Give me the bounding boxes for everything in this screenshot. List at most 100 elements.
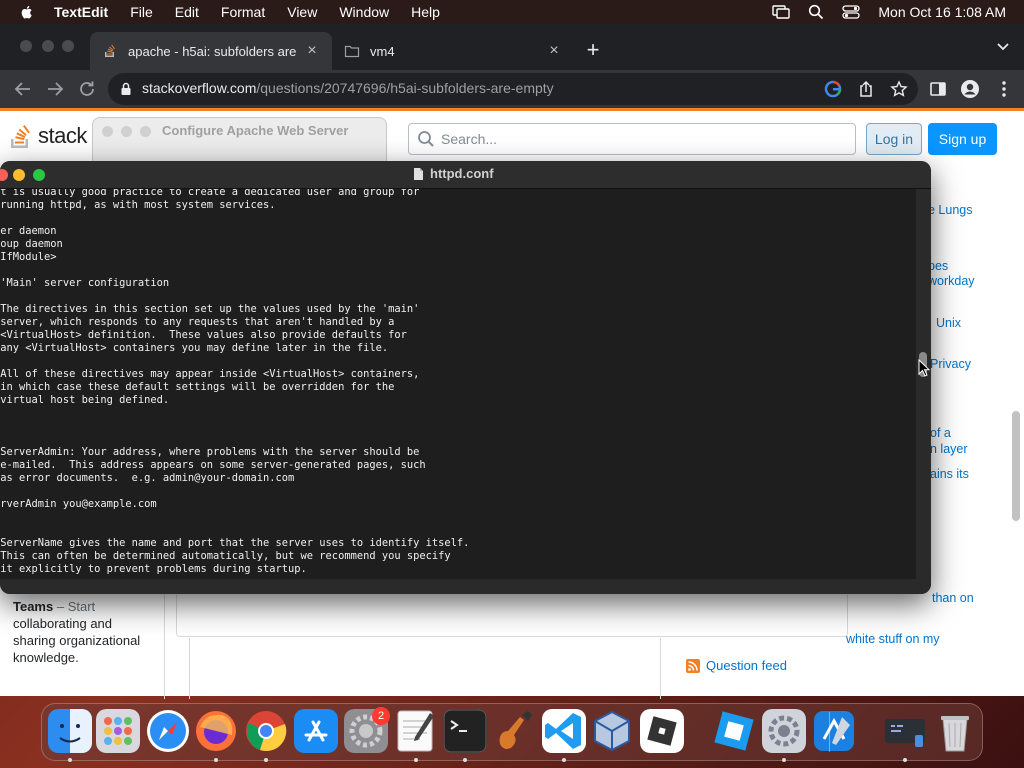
back-arrow-icon[interactable]	[12, 78, 34, 100]
running-indicator	[214, 758, 218, 762]
window-minimize-button[interactable]	[42, 40, 54, 52]
menu-edit[interactable]: Edit	[175, 4, 199, 20]
related-link[interactable]: pes	[928, 259, 948, 273]
cfg-close-button[interactable]	[102, 126, 113, 137]
signup-button[interactable]: Sign up	[928, 123, 997, 155]
related-link[interactable]: Unix	[936, 316, 961, 330]
question-feed-link[interactable]: Question feed	[686, 658, 787, 673]
app-store-icon[interactable]	[294, 709, 338, 753]
rss-icon	[686, 658, 700, 673]
window-close-button[interactable]	[20, 40, 32, 52]
related-link[interactable]: n layer	[930, 442, 968, 456]
menu-format[interactable]: Format	[221, 4, 265, 20]
tab-vm4[interactable]: vm4 ×	[332, 32, 574, 70]
share-icon[interactable]	[858, 80, 874, 98]
screen-mirroring-icon[interactable]	[772, 5, 791, 19]
running-indicator	[68, 758, 72, 762]
related-link[interactable]: than on	[932, 591, 974, 605]
minimize-button[interactable]	[13, 169, 25, 181]
vscode-icon[interactable]	[542, 709, 586, 753]
menu-clock[interactable]: Mon Oct 16 1:08 AM	[878, 4, 1006, 20]
new-tab-button[interactable]: +	[582, 39, 604, 62]
text-editor-area[interactable]: it is usually good practice to create a …	[0, 189, 916, 579]
teams-body: collaborating and sharing organizational…	[13, 616, 141, 665]
garageband-icon[interactable]	[492, 709, 536, 753]
safari-icon[interactable]	[146, 709, 190, 753]
lock-icon[interactable]	[120, 82, 132, 96]
textedit-icon[interactable]	[394, 709, 438, 753]
apache-config-icon[interactable]	[762, 709, 806, 753]
firefox-icon[interactable]	[194, 709, 238, 753]
document-text[interactable]: it is usually good practice to create a …	[0, 189, 469, 576]
url-path: /questions/20747696/h5ai-subfolders-are-…	[256, 80, 554, 96]
folder-icon	[344, 45, 360, 58]
dock-separator	[829, 712, 830, 752]
side-panel-icon[interactable]	[928, 79, 948, 99]
configure-apache-window: Configure Apache Web Server	[92, 117, 387, 167]
answer-box	[176, 595, 848, 637]
apple-menu-icon[interactable]	[18, 3, 36, 21]
roblox-icon[interactable]	[640, 709, 684, 753]
page-scrollbar-thumb[interactable]	[1012, 411, 1020, 521]
tab-strip: apache - h5ai: subfolders are × vm4 × +	[0, 24, 1024, 70]
related-link[interactable]: workday	[928, 274, 975, 288]
menu-window[interactable]: Window	[339, 4, 389, 20]
vertical-scrollbar[interactable]	[916, 189, 931, 579]
close-button[interactable]	[0, 169, 8, 181]
roblox-studio-icon[interactable]	[712, 709, 756, 753]
bookmark-star-icon[interactable]	[890, 80, 908, 98]
close-tab-icon[interactable]: ×	[546, 43, 562, 59]
teams-promo: Teams – Start collaborating and sharing …	[13, 598, 153, 666]
search-placeholder: Search...	[441, 131, 498, 147]
google-lens-icon[interactable]	[824, 80, 842, 98]
related-link[interactable]: of a	[930, 426, 951, 440]
related-link[interactable]: ains its	[930, 467, 969, 481]
menu-view[interactable]: View	[287, 4, 317, 20]
main-column	[189, 638, 661, 699]
address-bar[interactable]: stackoverflow.com/questions/20747696/h5a…	[108, 73, 918, 105]
forward-arrow-icon[interactable]	[44, 78, 66, 100]
related-link[interactable]: white stuff on my	[846, 632, 940, 646]
menu-file[interactable]: File	[130, 4, 153, 20]
chrome-icon[interactable]	[244, 709, 288, 753]
document-icon	[414, 167, 423, 180]
reload-icon[interactable]	[76, 78, 98, 100]
search-input[interactable]: Search...	[408, 123, 856, 155]
profile-avatar-icon[interactable]	[960, 79, 980, 99]
tab-stackoverflow[interactable]: apache - h5ai: subfolders are ×	[90, 32, 332, 70]
textedit-titlebar[interactable]: httpd.conf	[0, 161, 931, 189]
stackoverflow-favicon-icon	[105, 44, 115, 57]
mouse-pointer-icon	[918, 359, 930, 377]
cfg-zoom-button[interactable]	[140, 126, 151, 137]
chrome-menu-icon[interactable]	[994, 79, 1014, 99]
control-center-icon[interactable]	[842, 5, 861, 19]
login-button[interactable]: Log in	[866, 123, 922, 155]
menu-app-name[interactable]: TextEdit	[54, 4, 108, 20]
zoom-button[interactable]	[33, 169, 45, 181]
address-url: stackoverflow.com/questions/20747696/h5a…	[142, 80, 554, 96]
cfg-minimize-button[interactable]	[121, 126, 132, 137]
close-tab-icon[interactable]: ×	[304, 43, 320, 59]
left-rail-divider	[164, 591, 165, 699]
tab-title: apache - h5ai: subfolders are	[128, 43, 296, 59]
question-feed-label: Question feed	[706, 658, 787, 673]
tab-search-chevron-icon[interactable]	[996, 42, 1010, 52]
screen-icon[interactable]	[883, 709, 927, 753]
terminal-icon[interactable]	[443, 709, 487, 753]
tab-title: vm4	[370, 43, 395, 59]
horizontal-scrollbar[interactable]	[0, 579, 931, 594]
finder-icon[interactable]	[48, 709, 92, 753]
related-link[interactable]: e Lungs	[928, 203, 972, 217]
running-indicator	[463, 758, 467, 762]
launchpad-icon[interactable]	[96, 709, 140, 753]
spotlight-search-icon[interactable]	[808, 4, 824, 20]
related-link[interactable]: Privacy	[930, 357, 971, 371]
xcode-icon[interactable]	[812, 709, 856, 753]
running-indicator	[562, 758, 566, 762]
trash-icon[interactable]	[933, 709, 977, 753]
window-zoom-button[interactable]	[62, 40, 74, 52]
running-indicator	[782, 758, 786, 762]
menu-help[interactable]: Help	[411, 4, 440, 20]
teams-title[interactable]: Teams	[13, 599, 53, 614]
virtualbox-icon[interactable]	[590, 709, 634, 753]
